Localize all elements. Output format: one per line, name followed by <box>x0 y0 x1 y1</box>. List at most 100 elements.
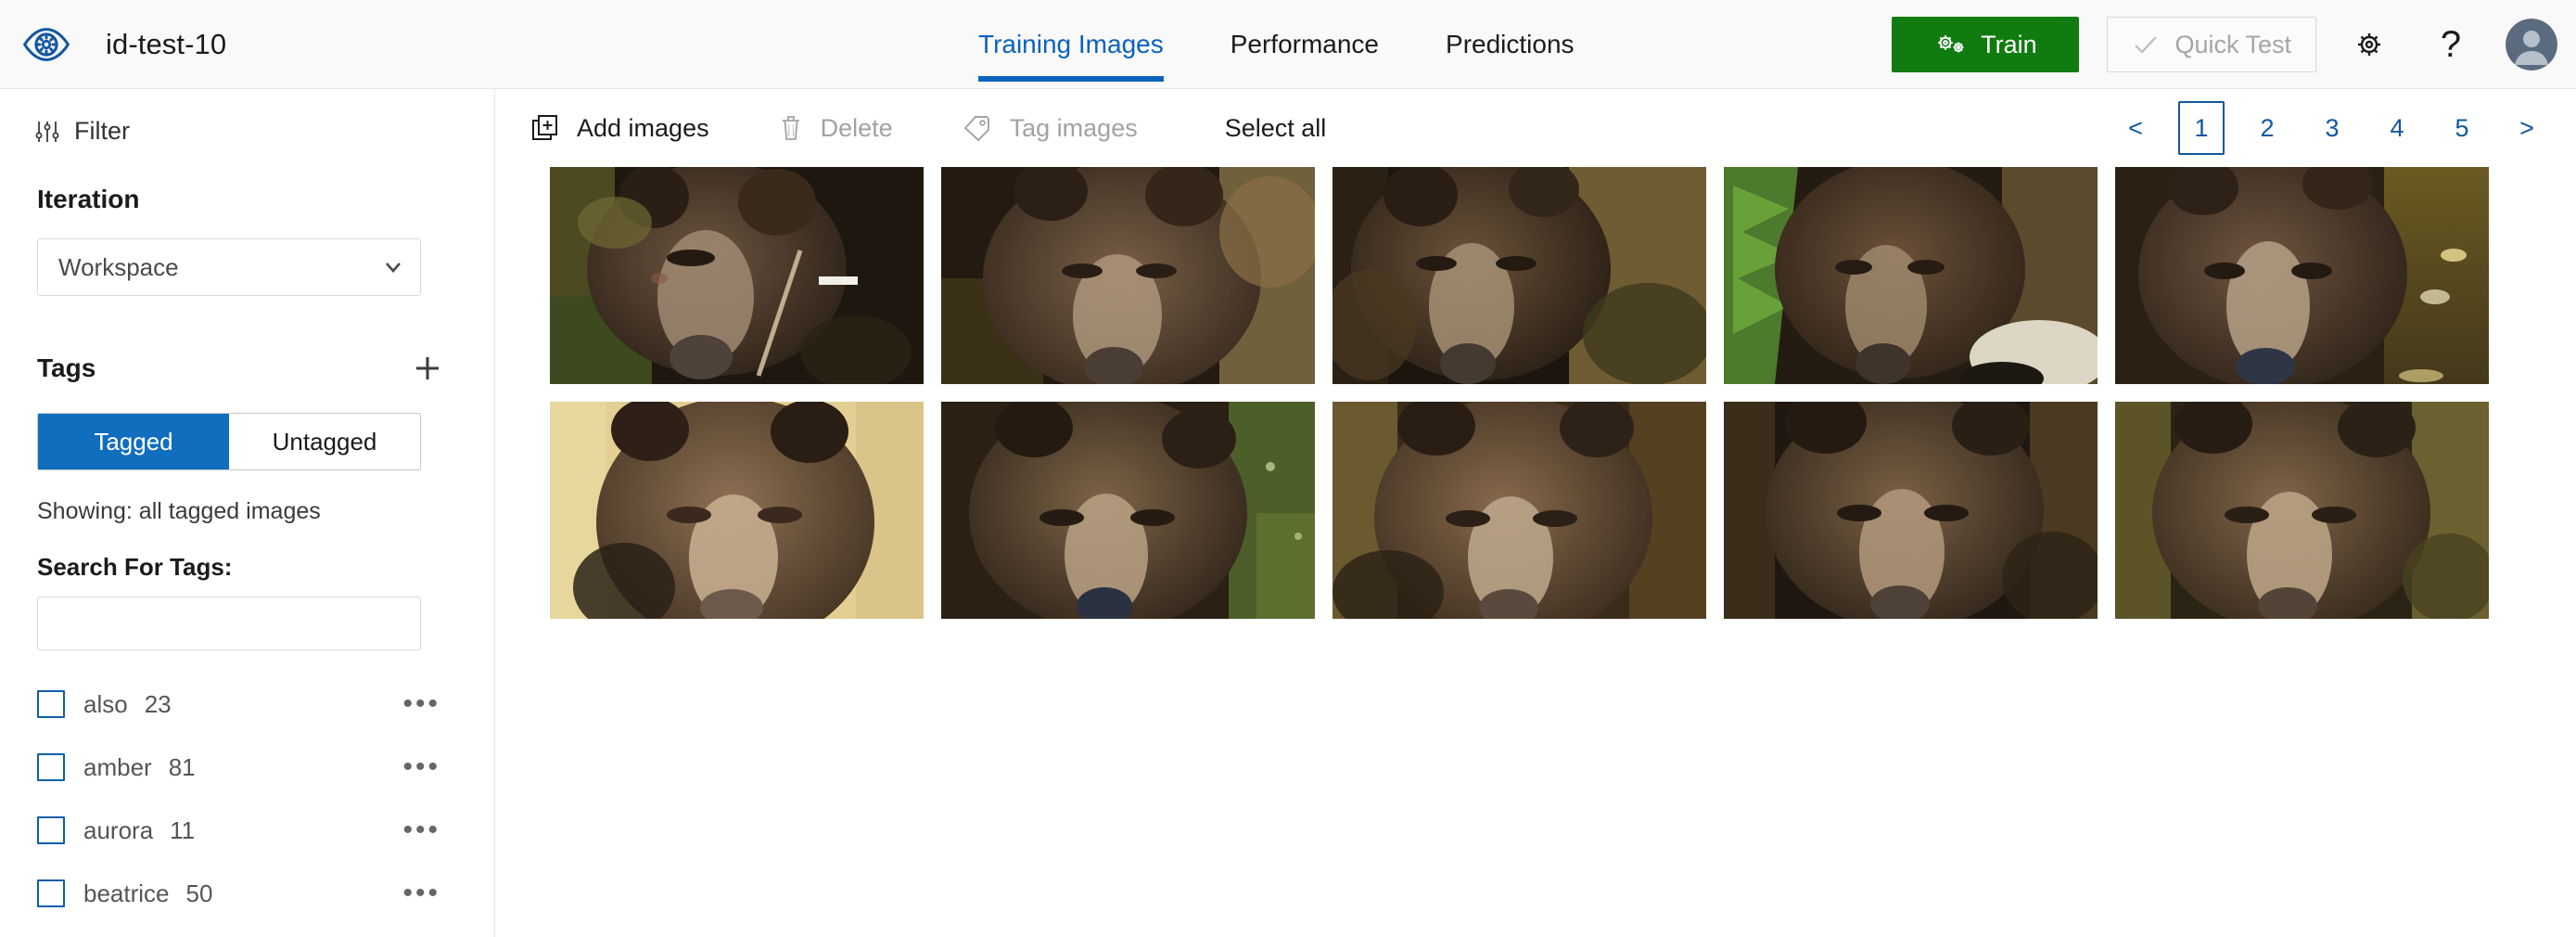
tab-label: Predictions <box>1446 30 1575 58</box>
tab-performance[interactable]: Performance <box>1231 0 1379 89</box>
pagination-prev[interactable]: < <box>2113 106 2158 150</box>
tag-name: aurora <box>83 815 154 844</box>
tags-heading: Tags <box>37 353 96 382</box>
iteration-selected-value: Workspace <box>58 252 179 281</box>
delete-button[interactable]: Delete <box>778 113 893 143</box>
eye-gear-icon <box>22 27 70 61</box>
app-header: id-test-10 Training Images Performance P… <box>0 0 2576 89</box>
delete-label: Delete <box>820 113 893 142</box>
tag-images-button[interactable]: Tag images <box>962 113 1138 143</box>
tag-list-item[interactable]: beatrice 50 ••• <box>0 862 494 925</box>
image-tile[interactable] <box>2115 167 2489 384</box>
tag-checkbox[interactable] <box>37 816 65 844</box>
gears-icon <box>1938 35 1964 53</box>
tag-name: amber <box>83 752 152 781</box>
pagination-next[interactable]: > <box>2505 106 2549 150</box>
training-image-thumbnail <box>941 402 1315 619</box>
tag-more-icon[interactable]: ••• <box>402 753 440 781</box>
image-tile[interactable] <box>941 167 1315 384</box>
tag-icon <box>963 116 989 142</box>
sidebar: Filter Iteration Workspace Tags Tagged U… <box>0 89 495 937</box>
image-tile[interactable] <box>550 402 924 619</box>
tag-count: 50 <box>185 879 213 907</box>
add-images-button[interactable]: Add images <box>530 113 709 143</box>
toggle-untagged[interactable]: Untagged <box>229 414 420 469</box>
tag-checkbox[interactable] <box>37 690 65 718</box>
filter-button[interactable]: Filter <box>0 89 494 146</box>
tag-count: 11 <box>170 815 196 844</box>
plus-icon <box>416 357 439 379</box>
iteration-select-wrap: Workspace <box>0 214 494 296</box>
check-icon <box>2135 36 2158 54</box>
page-title: id-test-10 <box>106 27 227 60</box>
quick-test-button[interactable]: Quick Test <box>2107 17 2316 72</box>
iteration-select[interactable]: Workspace <box>37 238 421 296</box>
tag-name: beatrice <box>83 879 170 907</box>
chevron-down-icon <box>386 263 401 273</box>
image-tile[interactable] <box>941 402 1315 619</box>
training-image-thumbnail <box>2115 167 2489 384</box>
tag-more-icon[interactable]: ••• <box>402 816 440 844</box>
filter-label: Filter <box>74 117 130 145</box>
pagination-page-5[interactable]: 5 <box>2440 106 2484 150</box>
train-button-label: Train <box>1981 30 2037 58</box>
tag-filter-toggle: Tagged Untagged <box>37 413 421 470</box>
image-tile[interactable] <box>1724 167 2098 384</box>
image-tile[interactable] <box>1724 402 2098 619</box>
image-grid <box>496 167 2576 619</box>
main-content: Add images Delete Tag images Select all … <box>496 89 2576 937</box>
pagination-page-3[interactable]: 3 <box>2310 106 2354 150</box>
avatar[interactable] <box>2506 19 2557 71</box>
tab-predictions[interactable]: Predictions <box>1446 0 1575 89</box>
pagination-page-4[interactable]: 4 <box>2375 106 2419 150</box>
iteration-heading: Iteration <box>37 185 140 213</box>
image-tile[interactable] <box>1333 402 1706 619</box>
pagination: < 1 2 3 4 5 > <box>2103 101 2559 155</box>
image-tile[interactable] <box>1333 167 1706 384</box>
brand: id-test-10 <box>0 19 226 71</box>
tag-list: also 23 ••• amber 81 ••• aurora 11 ••• b… <box>0 673 494 925</box>
tag-checkbox[interactable] <box>37 879 65 907</box>
toggle-tagged[interactable]: Tagged <box>38 414 229 469</box>
settings-button[interactable] <box>2340 16 2398 73</box>
image-tile[interactable] <box>550 167 924 384</box>
add-image-icon <box>532 115 557 140</box>
training-image-thumbnail <box>2115 402 2489 619</box>
pagination-page-1[interactable]: 1 <box>2178 101 2225 155</box>
training-image-thumbnail <box>550 167 924 384</box>
image-toolbar: Add images Delete Tag images Select all … <box>496 89 2576 167</box>
tag-more-icon[interactable]: ••• <box>402 690 440 718</box>
training-image-thumbnail <box>1333 402 1706 619</box>
training-image-thumbnail <box>1333 167 1706 384</box>
image-tile[interactable] <box>2115 402 2489 619</box>
tab-label: Training Images <box>978 30 1164 58</box>
train-button[interactable]: Train <box>1892 17 2080 72</box>
tag-list-item[interactable]: amber 81 ••• <box>0 736 494 799</box>
tab-training-images[interactable]: Training Images <box>978 0 1164 89</box>
gear-icon <box>2358 33 2380 56</box>
header-actions: Train Quick Test ? <box>1892 0 2557 89</box>
training-image-thumbnail <box>550 402 924 619</box>
training-image-thumbnail <box>941 167 1315 384</box>
tag-name: also <box>83 689 128 718</box>
filter-sliders-icon <box>35 121 59 142</box>
tag-checkbox[interactable] <box>37 753 65 781</box>
training-image-thumbnail <box>1724 402 2098 619</box>
select-all-button[interactable]: Select all <box>1225 114 1327 143</box>
help-button[interactable]: ? <box>2422 16 2480 73</box>
quick-test-label: Quick Test <box>2174 30 2291 58</box>
search-tags-label: Search For Tags: <box>37 553 233 581</box>
main-nav: Training Images Performance Predictions <box>978 0 1641 89</box>
tag-images-label: Tag images <box>1009 113 1138 142</box>
search-tags-input[interactable] <box>37 597 421 650</box>
add-tag-button[interactable] <box>407 348 448 389</box>
pagination-page-2[interactable]: 2 <box>2245 106 2289 150</box>
training-image-thumbnail <box>1724 167 2098 384</box>
showing-status: Showing: all tagged images <box>37 498 321 524</box>
tag-list-item[interactable]: also 23 ••• <box>0 673 494 736</box>
tag-list-item[interactable]: aurora 11 ••• <box>0 799 494 862</box>
tag-more-icon[interactable]: ••• <box>402 879 440 907</box>
tags-header: Tags <box>0 296 494 389</box>
tag-count: 81 <box>168 752 196 781</box>
add-images-label: Add images <box>577 113 709 142</box>
